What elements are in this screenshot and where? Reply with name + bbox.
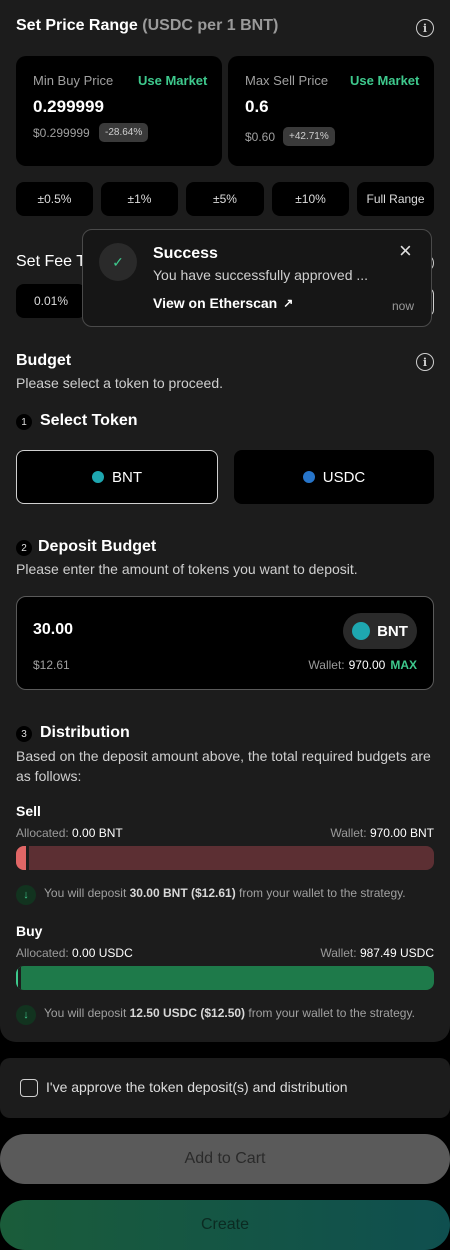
buy-allocated-value: 0.00 USDC [72, 946, 133, 960]
sell-allocation-bar [16, 846, 434, 870]
wallet-label: Wallet: [308, 658, 345, 672]
fee-tier-option[interactable]: 0.01% [16, 284, 86, 318]
approve-panel: I've approve the token deposit(s) and di… [0, 1058, 450, 1118]
note-fiat: ($12.61) [191, 886, 236, 900]
buy-allocated: Allocated: 0.00 USDC [16, 946, 133, 960]
buy-deposit-note: You will deposit 12.50 USDC ($12.50) fro… [44, 1006, 415, 1020]
info-icon[interactable]: i [416, 19, 434, 37]
buy-allocation-bar [16, 966, 434, 990]
fee-tier-title: Set Fee T [16, 253, 86, 270]
deposit-wallet-balance: Wallet: 970.00 MAX [308, 658, 417, 672]
sell-wallet-label: Wallet: [330, 826, 367, 840]
toast-title: Success [153, 245, 218, 262]
range-button-0-5[interactable]: ±0.5% [16, 182, 93, 216]
buy-allocation-fill [16, 966, 22, 990]
min-buy-change-badge: -28.64% [99, 123, 149, 142]
deposit-fiat-value: $12.61 [33, 658, 70, 672]
success-toast: ✓ Success You have successfully approved… [82, 229, 432, 327]
budget-title: Budget [16, 352, 72, 369]
min-buy-price-fiat: $0.299999 [33, 126, 90, 140]
usdc-token-icon [302, 471, 315, 483]
add-to-cart-button[interactable]: Add to Cart [0, 1134, 450, 1184]
distribution-desc: Based on the deposit amount above, the t… [16, 748, 431, 784]
max-sell-price-fiat: $0.60 [245, 130, 276, 144]
max-button[interactable]: MAX [390, 658, 417, 672]
note-prefix: You will deposit [44, 1006, 127, 1020]
toast-message: You have successfully approved ... [153, 267, 369, 283]
approve-label: I've approve the token deposit(s) and di… [46, 1079, 348, 1095]
note-prefix: You will deposit [44, 886, 127, 900]
create-button[interactable]: Create [0, 1200, 450, 1250]
buy-wallet-label: Wallet: [320, 946, 357, 960]
min-buy-price-input[interactable]: 0.299999 [33, 97, 104, 117]
token-button-usdc[interactable]: USDC [234, 450, 434, 504]
check-icon: ✓ [99, 243, 137, 281]
sell-allocation-fill [16, 846, 29, 870]
sell-title: Sell [16, 803, 41, 819]
sell-allocated-label: Allocated: [16, 826, 69, 840]
range-button-full[interactable]: Full Range [357, 182, 434, 216]
toast-time: now [392, 299, 415, 313]
bnt-token-icon [352, 622, 371, 640]
buy-title: Buy [16, 923, 43, 939]
max-sell-price-card[interactable]: Max Sell Price Use Market 0.6 $0.60 +42.… [228, 56, 434, 166]
deposit-arrow-icon: ↓ [16, 885, 36, 905]
sell-wallet: Wallet: 970.00 BNT [330, 826, 434, 840]
min-buy-price-label: Min Buy Price [33, 73, 114, 88]
sell-deposit-note: You will deposit 30.00 BNT ($12.61) from… [44, 886, 406, 900]
range-button-5[interactable]: ±5% [186, 182, 264, 216]
buy-allocated-label: Allocated: [16, 946, 69, 960]
buy-wallet: Wallet: 987.49 USDC [320, 946, 434, 960]
close-icon[interactable]: × [399, 238, 412, 264]
deposit-amount-input[interactable]: 30.00 [33, 621, 73, 639]
max-sell-change-badge: +42.71% [283, 127, 335, 146]
note-amount: 12.50 USDC [129, 1006, 197, 1020]
view-on-etherscan-link[interactable]: View on Etherscan ↗ [153, 295, 293, 311]
sell-wallet-value: 970.00 BNT [369, 826, 434, 840]
max-sell-use-market-button[interactable]: Use Market [350, 73, 419, 88]
step-2-number: 2 [16, 540, 32, 556]
note-fiat: ($12.50) [200, 1006, 246, 1020]
buy-wallet-value: 987.49 USDC [359, 946, 434, 960]
price-range-header: Set Price Range (USDC per 1 BNT) [16, 17, 278, 35]
deposit-arrow-icon: ↓ [16, 1005, 36, 1025]
wallet-value: 970.00 [348, 658, 386, 672]
sell-allocated-value: 0.00 BNT [72, 826, 123, 840]
min-buy-price-card[interactable]: Min Buy Price Use Market 0.299999 $0.299… [16, 56, 222, 166]
etherscan-link-label: View on Etherscan [153, 295, 278, 311]
budget-info-icon[interactable]: i [416, 353, 434, 371]
price-range-title: Set Price Range [16, 17, 138, 34]
price-range-subtitle: (USDC per 1 BNT) [142, 17, 279, 34]
deposit-token-selector[interactable]: BNT [343, 613, 417, 649]
bnt-token-icon [92, 471, 104, 483]
note-suffix: from your wallet to the strategy. [248, 1006, 415, 1020]
range-button-1[interactable]: ±1% [101, 182, 178, 216]
external-link-icon: ↗ [283, 296, 294, 310]
max-sell-price-label: Max Sell Price [245, 73, 329, 88]
max-sell-price-input[interactable]: 0.6 [245, 97, 269, 117]
sell-allocated: Allocated: 0.00 BNT [16, 826, 123, 840]
distribution-title: Distribution [40, 724, 130, 741]
select-token-title: Select Token [40, 412, 138, 429]
deposit-input-box[interactable]: 30.00 BNT $12.61 Wallet: 970.00 MAX [16, 596, 434, 690]
token-button-bnt[interactable]: BNT [16, 450, 218, 504]
approve-checkbox[interactable] [20, 1079, 38, 1097]
deposit-budget-desc: Please enter the amount of tokens you wa… [16, 561, 358, 577]
note-amount: 30.00 BNT [129, 886, 188, 900]
note-suffix: from your wallet to the strategy. [239, 886, 406, 900]
min-buy-use-market-button[interactable]: Use Market [138, 73, 207, 88]
token-label-bnt: BNT [112, 468, 142, 486]
step-1-number: 1 [16, 414, 32, 430]
step-3-number: 3 [16, 726, 32, 742]
token-label-usdc: USDC [322, 468, 366, 486]
deposit-budget-title: Deposit Budget [38, 538, 157, 555]
range-button-10[interactable]: ±10% [272, 182, 349, 216]
budget-subtitle: Please select a token to proceed. [16, 375, 224, 391]
deposit-token-label: BNT [377, 622, 408, 640]
